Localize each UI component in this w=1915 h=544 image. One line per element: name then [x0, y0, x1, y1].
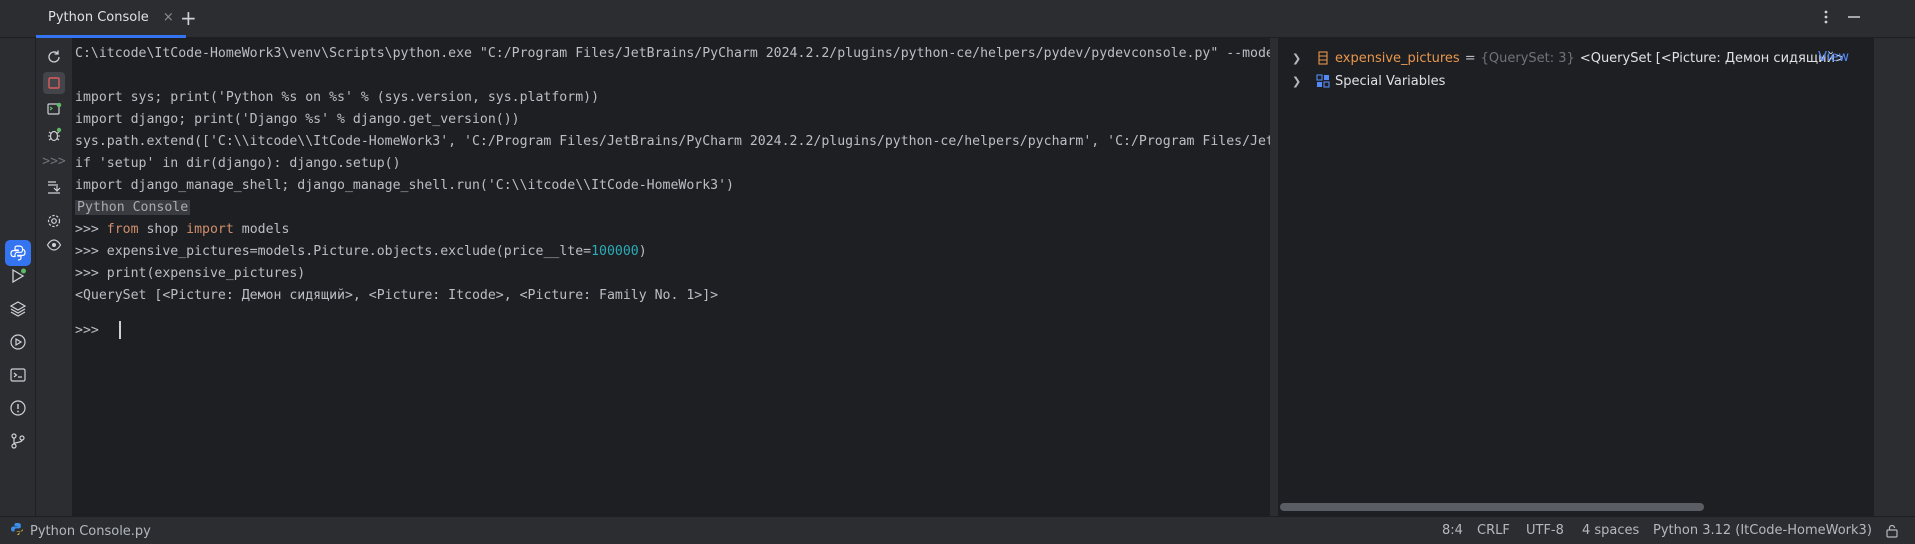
scroll-to-end-icon[interactable] [43, 176, 65, 198]
status-file[interactable]: Python Console.py [10, 522, 151, 540]
chevron-right-icon[interactable]: ❯ [1292, 52, 1304, 65]
status-caret-position[interactable]: 8:4 [1442, 523, 1463, 538]
console-line-from-shop: >>> from shop import models [75, 219, 289, 241]
layers-icon[interactable] [5, 296, 31, 322]
variables-horizontal-scrollbar[interactable] [1280, 503, 1704, 511]
status-file-name: Python Console.py [30, 523, 151, 539]
problems-icon[interactable] [5, 395, 31, 421]
add-tab-button[interactable]: + [180, 7, 197, 29]
stop-icon[interactable] [43, 72, 65, 94]
console-line-import-django: import django; print('Django %s' % djang… [75, 112, 520, 127]
console-banner: Python Console [75, 200, 191, 215]
status-interpreter[interactable]: Python 3.12 (ItCode-HomeWork3) [1653, 523, 1872, 538]
keyword-import: import [186, 222, 234, 237]
services-icon[interactable] [5, 329, 31, 355]
console-line-banner: Python Console [75, 197, 191, 219]
console-line-manage-shell: import django_manage_shell; django_manag… [75, 178, 734, 193]
rerun-icon[interactable] [43, 46, 65, 68]
status-indent[interactable]: 4 spaces [1582, 523, 1639, 538]
prompt: >>> [75, 244, 107, 259]
left-tool-strip [0, 38, 36, 516]
console-line-command: C:\itcode\ItCode-HomeWork3\venv\Scripts\… [75, 46, 1270, 61]
status-line-separator[interactable]: CRLF [1477, 523, 1510, 538]
variable-name: expensive_pictures [1335, 50, 1460, 66]
python-file-icon [10, 522, 24, 540]
history-icon[interactable]: >>> [42, 150, 65, 172]
queryset-icon [1316, 51, 1330, 65]
console-output[interactable]: C:\itcode\ItCode-HomeWork3\venv\Scripts\… [72, 38, 1270, 498]
tool-window-header: Python Console × + [0, 0, 1915, 38]
code-text: expensive_pictures=models.Picture.object… [106, 244, 592, 259]
keyword-from: from [106, 222, 139, 237]
prompt: >>> [75, 222, 107, 237]
run-icon[interactable] [5, 263, 31, 289]
code-text: ) [638, 244, 647, 259]
debug-icon[interactable] [43, 124, 65, 146]
terminal-icon[interactable] [5, 362, 31, 388]
variable-name: Special Variables [1335, 73, 1446, 89]
tab-label: Python Console [48, 10, 149, 25]
variable-value: <QuerySet [<Picture: Демон сидящий>, <Pi… [1579, 50, 1842, 66]
variable-row-expensive-pictures[interactable]: ❯ expensive_pictures = {QuerySet: 3} <Qu… [1278, 46, 1873, 70]
status-bar: Python Console.py 8:4 CRLF UTF-8 4 space… [0, 516, 1915, 544]
tab-python-console[interactable]: Python Console × [36, 0, 186, 38]
lock-icon[interactable] [1885, 524, 1899, 542]
status-encoding[interactable]: UTF-8 [1526, 523, 1564, 538]
chevron-right-icon[interactable]: ❯ [1292, 75, 1304, 88]
console-input-line[interactable]: >>> [75, 320, 121, 342]
close-icon[interactable]: × [163, 10, 174, 25]
number-literal: 100000 [591, 244, 639, 259]
console-line-import-sys: import sys; print('Python %s on %s' % (s… [75, 90, 600, 105]
console-line-exclude: >>> expensive_pictures=models.Picture.ob… [75, 241, 647, 263]
right-tool-strip [1873, 38, 1915, 516]
git-icon[interactable] [5, 428, 31, 454]
variable-row-special-variables[interactable]: ❯ Special Variables [1278, 69, 1873, 93]
minimize-icon[interactable] [1846, 9, 1862, 29]
panel-splitter[interactable] [1270, 38, 1278, 516]
code-text: models [233, 222, 290, 237]
text-caret [118, 321, 121, 339]
settings-icon[interactable] [43, 210, 65, 232]
watch-icon[interactable] [43, 234, 65, 256]
more-options-icon[interactable] [1818, 9, 1834, 29]
console-line-sys-path: sys.path.extend(['C:\\itcode\\ItCode-Hom… [75, 134, 1270, 149]
console-actions-toolbar: >>> [36, 38, 72, 516]
console-line-django-setup: if 'setup' in dir(django): django.setup(… [75, 156, 401, 171]
view-link[interactable]: View [1818, 50, 1849, 65]
prompt: >>> [75, 323, 99, 338]
special-variables-icon [1316, 74, 1330, 88]
variable-type: {QuerySet: 3} [1480, 50, 1575, 66]
code-text: shop [138, 222, 187, 237]
variable-equals: = [1464, 50, 1476, 66]
new-console-icon[interactable] [43, 98, 65, 120]
console-line-print: >>> print(expensive_pictures) [75, 266, 306, 281]
console-line-output: <QuerySet [<Picture: Демон сидящий>, <Pi… [75, 288, 719, 303]
variables-panel: ❯ expensive_pictures = {QuerySet: 3} <Qu… [1278, 38, 1873, 516]
